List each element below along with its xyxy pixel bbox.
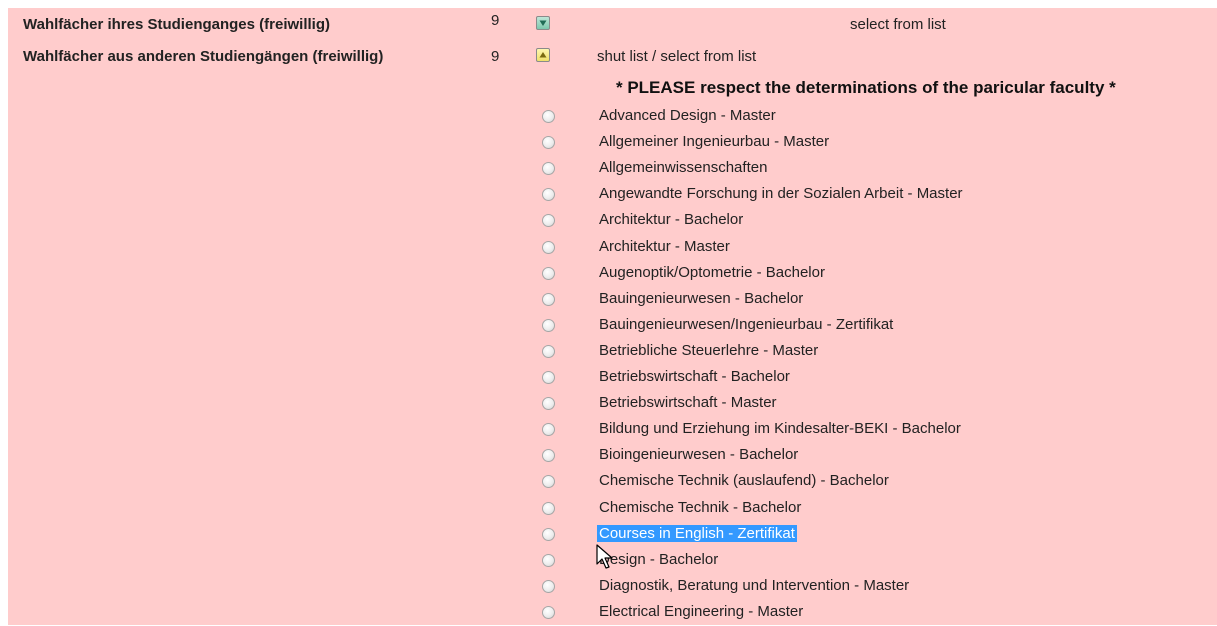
program-label[interactable]: Electrical Engineering - Master [597, 603, 805, 620]
program-radio[interactable] [542, 110, 555, 123]
program-label[interactable]: Chemische Technik (auslaufend) - Bachelo… [597, 472, 891, 489]
category-row-other-programs: Wahlfächer aus anderen Studiengängen (fr… [8, 44, 1217, 70]
program-item[interactable]: Architektur - Bachelor [8, 208, 1217, 234]
program-item[interactable]: Angewandte Forschung in der Sozialen Arb… [8, 182, 1217, 208]
category-label: Wahlfächer ihres Studienganges (freiwill… [23, 16, 330, 33]
category-count: 9 [491, 12, 500, 29]
program-item[interactable]: Augenoptik/Optometrie - Bachelor [8, 261, 1217, 287]
program-label[interactable]: Allgemeiner Ingenieurbau - Master [597, 133, 831, 150]
program-label[interactable]: Bioingenieurwesen - Bachelor [597, 446, 800, 463]
program-radio[interactable] [542, 162, 555, 176]
program-radio[interactable] [542, 527, 555, 541]
program-radio[interactable] [542, 501, 555, 515]
program-item[interactable]: Bioingenieurwesen - Bachelor [8, 443, 1217, 469]
collapse-up-icon[interactable] [536, 48, 550, 62]
program-item[interactable]: Bildung und Erziehung im Kindesalter-BEK… [8, 417, 1217, 443]
program-radio[interactable] [542, 292, 555, 306]
program-label[interactable]: Architektur - Bachelor [597, 211, 745, 228]
program-label[interactable]: Chemische Technik - Bachelor [597, 499, 803, 516]
program-item[interactable]: Betriebswirtschaft - Master [8, 391, 1217, 417]
program-item[interactable]: Bauingenieurwesen/Ingenieurbau - Zertifi… [8, 313, 1217, 339]
faculty-notice: * PLEASE respect the determinations of t… [616, 78, 1116, 97]
program-item[interactable]: Electrical Engineering - Master [8, 600, 1217, 626]
program-radio[interactable] [542, 449, 555, 463]
program-label[interactable]: Bildung und Erziehung im Kindesalter-BEK… [597, 420, 963, 437]
program-item[interactable]: Advanced Design - Master [8, 104, 1217, 130]
program-item[interactable]: Allgemeiner Ingenieurbau - Master [8, 130, 1217, 156]
program-label[interactable]: Advanced Design - Master [597, 107, 778, 124]
program-radio[interactable] [542, 605, 555, 619]
category-label: Wahlfächer aus anderen Studiengängen (fr… [23, 48, 384, 65]
program-label[interactable]: Angewandte Forschung in der Sozialen Arb… [597, 185, 965, 202]
program-label[interactable]: Betriebswirtschaft - Master [597, 394, 779, 411]
program-radio[interactable] [542, 397, 555, 411]
select-from-list-link[interactable]: select from list [850, 16, 946, 33]
program-item[interactable]: Chemische Technik - Bachelor [8, 496, 1217, 522]
program-radio[interactable] [542, 579, 555, 593]
program-item[interactable]: Allgemeinwissenschaften [8, 156, 1217, 182]
program-radio[interactable] [542, 240, 555, 254]
program-label[interactable]: Bauingenieurwesen/Ingenieurbau - Zertifi… [597, 316, 895, 333]
program-radio[interactable] [542, 475, 555, 489]
expand-down-icon[interactable] [536, 16, 550, 30]
category-row-own-program: Wahlfächer ihres Studienganges (freiwill… [8, 12, 1217, 38]
program-item[interactable]: Chemische Technik (auslaufend) - Bachelo… [8, 469, 1217, 495]
category-count: 9 [491, 48, 500, 65]
program-label[interactable]: Architektur - Master [597, 238, 732, 255]
program-radio[interactable] [542, 553, 555, 567]
program-radio[interactable] [542, 214, 555, 228]
shut-list-link[interactable]: shut list / select from list [597, 48, 756, 65]
program-label[interactable]: Courses in English - Zertifikat [597, 524, 797, 542]
program-radio[interactable] [542, 423, 555, 437]
program-radio[interactable] [542, 136, 555, 150]
program-item[interactable]: Bauingenieurwesen - Bachelor [8, 287, 1217, 313]
program-radio[interactable] [542, 318, 555, 332]
program-label[interactable]: Augenoptik/Optometrie - Bachelor [597, 264, 827, 281]
program-item[interactable]: Architektur - Master [8, 235, 1217, 261]
program-radio[interactable] [542, 344, 555, 358]
program-label[interactable]: Betriebliche Steuerlehre - Master [597, 342, 820, 359]
program-label[interactable]: Bauingenieurwesen - Bachelor [597, 290, 805, 307]
program-item[interactable]: Betriebswirtschaft - Bachelor [8, 365, 1217, 391]
mouse-cursor-icon [596, 544, 613, 569]
program-item[interactable]: Betriebliche Steuerlehre - Master [8, 339, 1217, 365]
program-radio[interactable] [542, 188, 555, 202]
program-radio[interactable] [542, 371, 555, 384]
program-label[interactable]: Allgemeinwissenschaften [597, 159, 769, 176]
program-radio[interactable] [542, 266, 555, 280]
elective-panel: Wahlfächer ihres Studienganges (freiwill… [8, 8, 1217, 625]
program-item[interactable]: Diagnostik, Beratung und Intervention - … [8, 574, 1217, 600]
program-label[interactable]: Diagnostik, Beratung und Intervention - … [597, 577, 911, 594]
program-label[interactable]: Betriebswirtschaft - Bachelor [597, 368, 792, 385]
